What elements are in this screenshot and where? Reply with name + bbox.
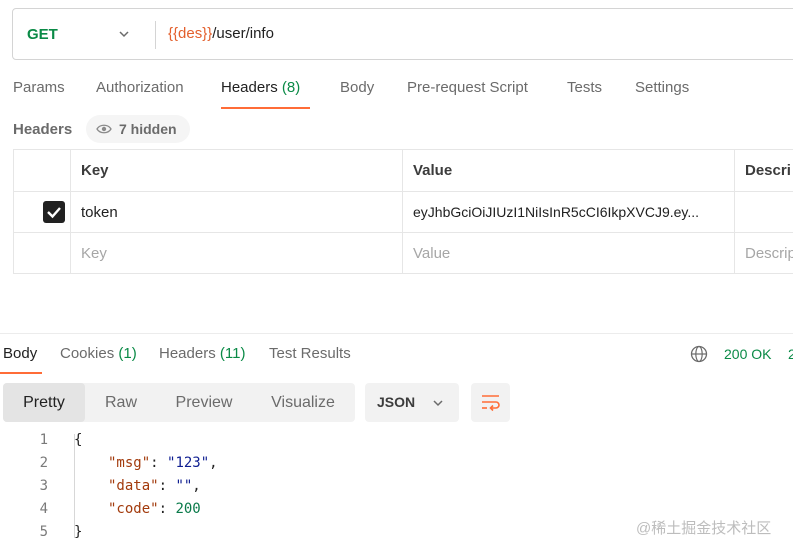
tab-settings[interactable]: Settings bbox=[635, 79, 689, 96]
chevron-down-icon bbox=[433, 400, 443, 407]
code-open-brace: { bbox=[74, 432, 83, 448]
url-divider bbox=[155, 21, 156, 49]
table-header-key: Key bbox=[71, 150, 403, 192]
chevron-down-icon[interactable] bbox=[117, 27, 131, 41]
view-mode-visualize[interactable]: Visualize bbox=[251, 383, 355, 422]
response-tab-body[interactable]: Body bbox=[3, 345, 37, 362]
view-mode-preview[interactable]: Preview bbox=[157, 383, 251, 422]
code-line: "code": 200 bbox=[108, 501, 201, 517]
tab-params[interactable]: Params bbox=[13, 79, 65, 96]
tab-headers[interactable]: Headers (8) bbox=[221, 79, 300, 96]
tab-authorization[interactable]: Authorization bbox=[96, 79, 184, 96]
wrap-lines-button[interactable] bbox=[471, 383, 510, 422]
headers-section-title: Headers bbox=[13, 121, 73, 138]
new-key-input[interactable]: Key bbox=[71, 233, 403, 274]
active-tab-indicator bbox=[221, 107, 310, 109]
line-number: 5 bbox=[39, 524, 48, 540]
status-extra: 2 bbox=[788, 346, 793, 362]
response-active-tab-indicator bbox=[0, 372, 42, 374]
url-path: /user/info bbox=[212, 25, 274, 42]
view-mode-raw[interactable]: Raw bbox=[85, 383, 157, 422]
line-number: 3 bbox=[39, 478, 48, 494]
url-variable: {{des}} bbox=[168, 25, 213, 42]
header-value-cell[interactable]: eyJhbGciOiJIUzI1NiIsInR5cCI6IkpXVCJ9.ey.… bbox=[403, 192, 735, 233]
response-tab-cookies[interactable]: Cookies (1) bbox=[60, 345, 137, 362]
fold-guide bbox=[74, 434, 75, 538]
method-select[interactable]: GET bbox=[27, 26, 58, 43]
code-line: "data": "", bbox=[108, 478, 201, 494]
table-header-check bbox=[14, 150, 71, 192]
header-key-cell[interactable]: token bbox=[71, 192, 403, 233]
hidden-headers-label: 7 hidden bbox=[119, 121, 177, 137]
code-line: "msg": "123", bbox=[108, 455, 218, 471]
url-input[interactable]: {{des}}/user/info bbox=[168, 25, 274, 42]
line-number: 2 bbox=[39, 455, 48, 471]
table-row-check-cell bbox=[14, 233, 71, 274]
headers-table: Key Value Descri token eyJhbGciOiJIUzI1N… bbox=[13, 149, 793, 274]
format-select[interactable]: JSON bbox=[365, 383, 459, 422]
new-value-input[interactable]: Value bbox=[403, 233, 735, 274]
check-icon bbox=[47, 207, 61, 219]
line-number: 4 bbox=[39, 501, 48, 517]
response-tab-headers[interactable]: Headers (11) bbox=[159, 345, 245, 362]
eye-icon bbox=[96, 124, 112, 134]
view-mode-pretty[interactable]: Pretty bbox=[3, 383, 85, 422]
header-enabled-checkbox[interactable] bbox=[43, 201, 65, 223]
wrap-lines-icon bbox=[482, 395, 500, 412]
table-header-value: Value bbox=[403, 150, 735, 192]
tab-body[interactable]: Body bbox=[340, 79, 374, 96]
response-tab-test-results[interactable]: Test Results bbox=[269, 345, 351, 362]
new-description-input[interactable]: Descrip bbox=[735, 233, 793, 274]
watermark: @稀土掘金技术社区 bbox=[636, 520, 772, 537]
request-url-bar: GET {{des}}/user/info bbox=[12, 8, 793, 60]
table-header-description: Descri bbox=[735, 150, 793, 192]
line-number: 1 bbox=[39, 432, 48, 448]
format-label: JSON bbox=[377, 394, 416, 410]
code-close-brace: } bbox=[74, 524, 83, 540]
view-mode-selector: Pretty Raw Preview Visualize bbox=[3, 383, 355, 422]
tab-pre-request-script[interactable]: Pre-request Script bbox=[407, 79, 528, 96]
status-badge[interactable]: 200 OK bbox=[724, 346, 771, 362]
response-divider bbox=[0, 333, 793, 334]
hidden-headers-toggle[interactable]: 7 hidden bbox=[86, 115, 190, 143]
header-description-cell[interactable] bbox=[735, 192, 793, 233]
tab-tests[interactable]: Tests bbox=[567, 79, 602, 96]
globe-icon[interactable] bbox=[690, 345, 708, 363]
